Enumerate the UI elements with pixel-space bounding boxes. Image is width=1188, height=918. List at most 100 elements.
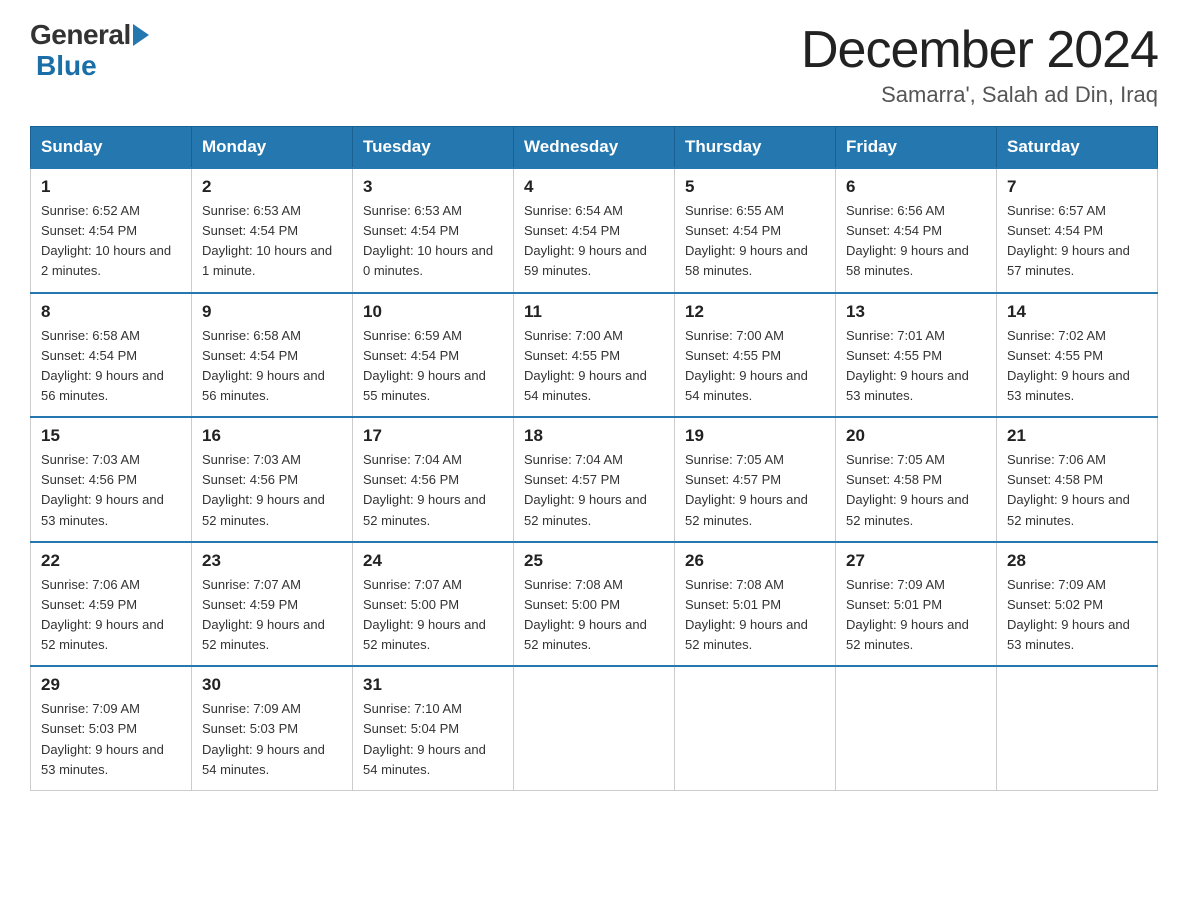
day-info-18: Sunrise: 7:04 AMSunset: 4:57 PMDaylight:… — [524, 450, 664, 531]
title-block: December 2024 Samarra', Salah ad Din, Ir… — [801, 20, 1158, 108]
day-number-22: 22 — [41, 551, 181, 571]
day-info-14: Sunrise: 7:02 AMSunset: 4:55 PMDaylight:… — [1007, 326, 1147, 407]
day-cell-27: 27 Sunrise: 7:09 AMSunset: 5:01 PMDayligh… — [836, 542, 997, 667]
day-info-27: Sunrise: 7:09 AMSunset: 5:01 PMDaylight:… — [846, 575, 986, 656]
day-number-21: 21 — [1007, 426, 1147, 446]
day-number-24: 24 — [363, 551, 503, 571]
header-friday: Friday — [836, 127, 997, 169]
week-row-1: 1Sunrise: 6:52 AMSunset: 4:54 PMDaylight… — [31, 168, 1158, 293]
day-info-30: Sunrise: 7:09 AMSunset: 5:03 PMDaylight:… — [202, 699, 342, 780]
day-number-2: 2 — [202, 177, 342, 197]
day-number-11: 11 — [524, 302, 664, 322]
day-number-3: 3 — [363, 177, 503, 197]
day-number-15: 15 — [41, 426, 181, 446]
day-number-23: 23 — [202, 551, 342, 571]
day-cell-22: 22Sunrise: 7:06 AMSunset: 4:59 PMDayligh… — [31, 542, 192, 667]
day-info-20: Sunrise: 7:05 AMSunset: 4:58 PMDaylight:… — [846, 450, 986, 531]
day-cell-11: 11 Sunrise: 7:00 AMSunset: 4:55 PMDayligh… — [514, 293, 675, 418]
day-cell-1: 1Sunrise: 6:52 AMSunset: 4:54 PMDaylight… — [31, 168, 192, 293]
logo-general-text: General — [30, 20, 131, 51]
header-sunday: Sunday — [31, 127, 192, 169]
day-cell-4: 4 Sunrise: 6:54 AMSunset: 4:54 PMDaylight… — [514, 168, 675, 293]
day-info-2: Sunrise: 6:53 AMSunset: 4:54 PMDaylight:… — [202, 201, 342, 282]
day-number-17: 17 — [363, 426, 503, 446]
day-info-6: Sunrise: 6:56 AMSunset: 4:54 PMDaylight:… — [846, 201, 986, 282]
empty-cell — [514, 666, 675, 790]
day-cell-23: 23 Sunrise: 7:07 AMSunset: 4:59 PMDayligh… — [192, 542, 353, 667]
week-row-3: 15 Sunrise: 7:03 AMSunset: 4:56 PMDayligh… — [31, 417, 1158, 542]
day-number-13: 13 — [846, 302, 986, 322]
day-cell-12: 12 Sunrise: 7:00 AMSunset: 4:55 PMDayligh… — [675, 293, 836, 418]
day-number-18: 18 — [524, 426, 664, 446]
day-info-12: Sunrise: 7:00 AMSunset: 4:55 PMDaylight:… — [685, 326, 825, 407]
day-info-25: Sunrise: 7:08 AMSunset: 5:00 PMDaylight:… — [524, 575, 664, 656]
day-cell-24: 24Sunrise: 7:07 AMSunset: 5:00 PMDayligh… — [353, 542, 514, 667]
day-number-19: 19 — [685, 426, 825, 446]
week-row-4: 22Sunrise: 7:06 AMSunset: 4:59 PMDayligh… — [31, 542, 1158, 667]
header-monday: Monday — [192, 127, 353, 169]
day-info-8: Sunrise: 6:58 AMSunset: 4:54 PMDaylight:… — [41, 326, 181, 407]
logo: General Blue — [30, 20, 149, 82]
day-number-10: 10 — [363, 302, 503, 322]
day-info-3: Sunrise: 6:53 AMSunset: 4:54 PMDaylight:… — [363, 201, 503, 282]
day-number-1: 1 — [41, 177, 181, 197]
empty-cell — [997, 666, 1158, 790]
logo-blue-text: Blue — [36, 51, 97, 82]
day-number-16: 16 — [202, 426, 342, 446]
day-info-16: Sunrise: 7:03 AMSunset: 4:56 PMDaylight:… — [202, 450, 342, 531]
day-info-15: Sunrise: 7:03 AMSunset: 4:56 PMDaylight:… — [41, 450, 181, 531]
day-cell-18: 18 Sunrise: 7:04 AMSunset: 4:57 PMDayligh… — [514, 417, 675, 542]
day-info-5: Sunrise: 6:55 AMSunset: 4:54 PMDaylight:… — [685, 201, 825, 282]
day-number-31: 31 — [363, 675, 503, 695]
day-cell-8: 8 Sunrise: 6:58 AMSunset: 4:54 PMDaylight… — [31, 293, 192, 418]
location-subtitle: Samarra', Salah ad Din, Iraq — [801, 82, 1158, 108]
day-number-30: 30 — [202, 675, 342, 695]
day-info-21: Sunrise: 7:06 AMSunset: 4:58 PMDaylight:… — [1007, 450, 1147, 531]
day-number-29: 29 — [41, 675, 181, 695]
calendar-header-row: SundayMondayTuesdayWednesdayThursdayFrid… — [31, 127, 1158, 169]
day-info-9: Sunrise: 6:58 AMSunset: 4:54 PMDaylight:… — [202, 326, 342, 407]
day-info-10: Sunrise: 6:59 AMSunset: 4:54 PMDaylight:… — [363, 326, 503, 407]
day-cell-13: 13Sunrise: 7:01 AMSunset: 4:55 PMDayligh… — [836, 293, 997, 418]
day-info-26: Sunrise: 7:08 AMSunset: 5:01 PMDaylight:… — [685, 575, 825, 656]
day-cell-10: 10 Sunrise: 6:59 AMSunset: 4:54 PMDayligh… — [353, 293, 514, 418]
day-number-7: 7 — [1007, 177, 1147, 197]
day-info-28: Sunrise: 7:09 AMSunset: 5:02 PMDaylight:… — [1007, 575, 1147, 656]
day-info-4: Sunrise: 6:54 AMSunset: 4:54 PMDaylight:… — [524, 201, 664, 282]
day-cell-20: 20 Sunrise: 7:05 AMSunset: 4:58 PMDayligh… — [836, 417, 997, 542]
day-cell-6: 6 Sunrise: 6:56 AMSunset: 4:54 PMDaylight… — [836, 168, 997, 293]
day-number-6: 6 — [846, 177, 986, 197]
day-cell-5: 5 Sunrise: 6:55 AMSunset: 4:54 PMDaylight… — [675, 168, 836, 293]
day-cell-25: 25 Sunrise: 7:08 AMSunset: 5:00 PMDayligh… — [514, 542, 675, 667]
empty-cell — [836, 666, 997, 790]
day-info-17: Sunrise: 7:04 AMSunset: 4:56 PMDaylight:… — [363, 450, 503, 531]
day-number-5: 5 — [685, 177, 825, 197]
day-info-7: Sunrise: 6:57 AMSunset: 4:54 PMDaylight:… — [1007, 201, 1147, 282]
day-cell-2: 2 Sunrise: 6:53 AMSunset: 4:54 PMDaylight… — [192, 168, 353, 293]
day-number-9: 9 — [202, 302, 342, 322]
day-cell-9: 9 Sunrise: 6:58 AMSunset: 4:54 PMDaylight… — [192, 293, 353, 418]
day-number-20: 20 — [846, 426, 986, 446]
day-info-11: Sunrise: 7:00 AMSunset: 4:55 PMDaylight:… — [524, 326, 664, 407]
header-wednesday: Wednesday — [514, 127, 675, 169]
day-number-25: 25 — [524, 551, 664, 571]
day-cell-3: 3 Sunrise: 6:53 AMSunset: 4:54 PMDaylight… — [353, 168, 514, 293]
day-number-27: 27 — [846, 551, 986, 571]
day-info-19: Sunrise: 7:05 AMSunset: 4:57 PMDaylight:… — [685, 450, 825, 531]
header-saturday: Saturday — [997, 127, 1158, 169]
day-cell-29: 29 Sunrise: 7:09 AMSunset: 5:03 PMDayligh… — [31, 666, 192, 790]
header-thursday: Thursday — [675, 127, 836, 169]
day-cell-31: 31Sunrise: 7:10 AMSunset: 5:04 PMDayligh… — [353, 666, 514, 790]
day-number-12: 12 — [685, 302, 825, 322]
day-cell-16: 16 Sunrise: 7:03 AMSunset: 4:56 PMDayligh… — [192, 417, 353, 542]
day-cell-30: 30 Sunrise: 7:09 AMSunset: 5:03 PMDayligh… — [192, 666, 353, 790]
day-cell-26: 26Sunrise: 7:08 AMSunset: 5:01 PMDayligh… — [675, 542, 836, 667]
day-info-23: Sunrise: 7:07 AMSunset: 4:59 PMDaylight:… — [202, 575, 342, 656]
day-number-8: 8 — [41, 302, 181, 322]
logo-triangle-icon — [133, 24, 149, 46]
calendar-table: SundayMondayTuesdayWednesdayThursdayFrid… — [30, 126, 1158, 791]
day-cell-19: 19 Sunrise: 7:05 AMSunset: 4:57 PMDayligh… — [675, 417, 836, 542]
day-info-29: Sunrise: 7:09 AMSunset: 5:03 PMDaylight:… — [41, 699, 181, 780]
day-number-4: 4 — [524, 177, 664, 197]
header-tuesday: Tuesday — [353, 127, 514, 169]
